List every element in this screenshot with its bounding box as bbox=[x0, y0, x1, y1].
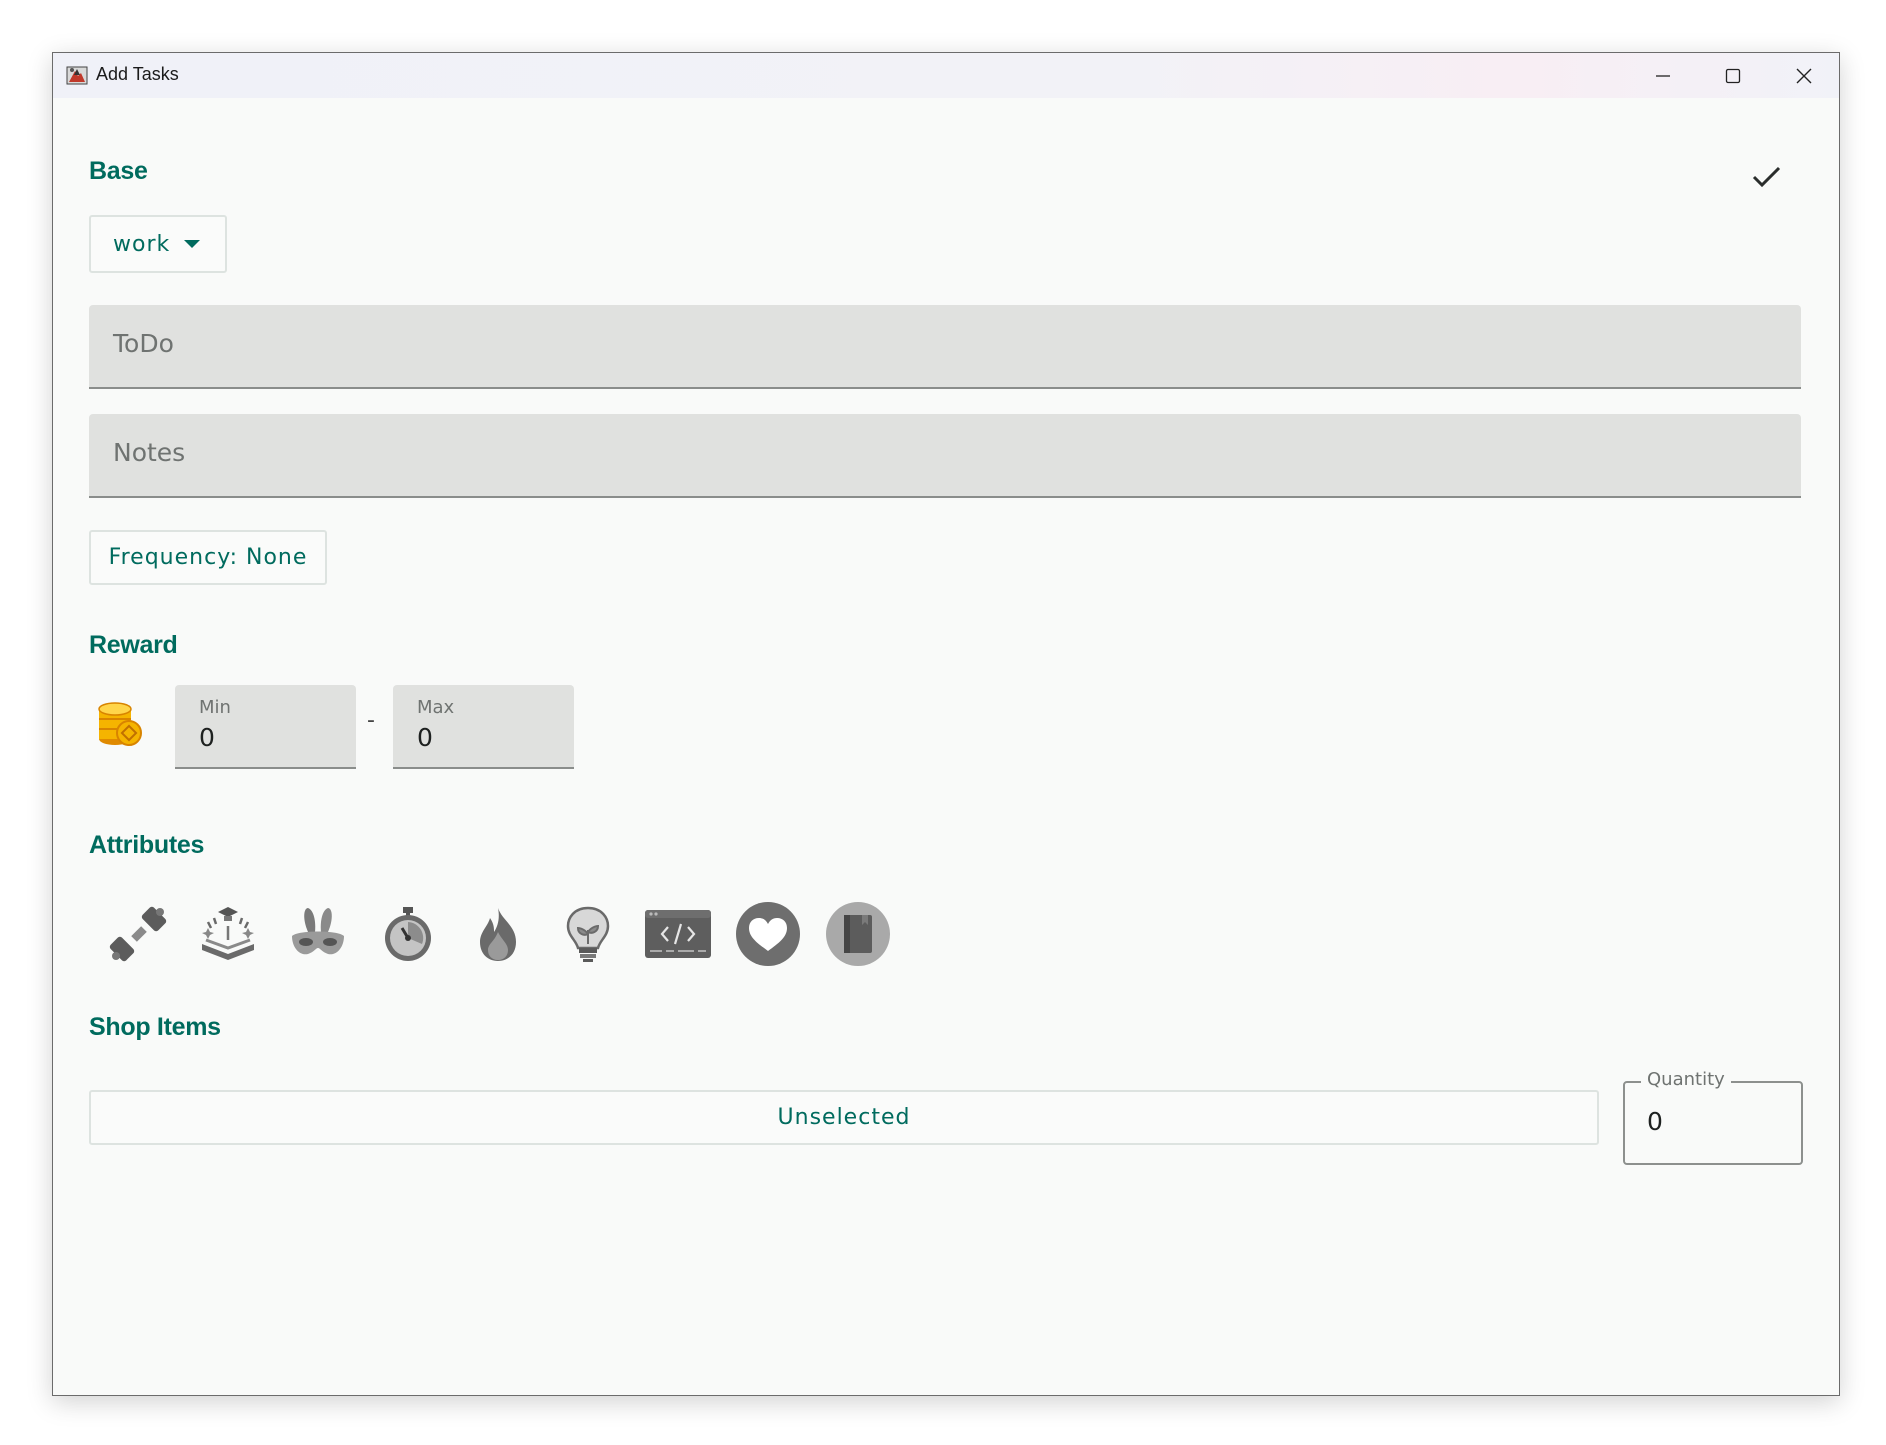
stopwatch-icon[interactable] bbox=[373, 899, 443, 969]
close-icon bbox=[1796, 68, 1812, 83]
heart-icon[interactable] bbox=[733, 899, 803, 969]
category-value: work bbox=[113, 231, 171, 257]
notes-input[interactable]: Notes bbox=[89, 414, 1801, 498]
shop-item-selector[interactable]: Unselected bbox=[89, 1090, 1599, 1145]
todo-input[interactable]: ToDo bbox=[89, 305, 1801, 389]
dropdown-caret-icon bbox=[184, 240, 201, 248]
minimize-icon bbox=[1656, 74, 1670, 77]
quantity-value: 0 bbox=[1647, 1107, 1663, 1136]
code-window-icon[interactable] bbox=[643, 899, 713, 969]
lightbulb-icon[interactable] bbox=[553, 899, 623, 969]
reward-min-input[interactable]: Min 0 bbox=[175, 685, 356, 769]
reward-max-input[interactable]: Max 0 bbox=[393, 685, 574, 769]
frequency-button[interactable]: Frequency: None bbox=[89, 530, 327, 585]
quantity-label: Quantity bbox=[1641, 1069, 1731, 1090]
minimize-button[interactable] bbox=[1628, 53, 1698, 98]
maximize-button[interactable] bbox=[1698, 53, 1768, 98]
todo-placeholder: ToDo bbox=[113, 329, 174, 358]
shop-items-section-title: Shop Items bbox=[89, 1013, 221, 1041]
quantity-input[interactable]: Quantity 0 bbox=[1623, 1069, 1803, 1165]
confirm-button[interactable] bbox=[1743, 153, 1791, 201]
maximize-icon bbox=[1725, 68, 1741, 83]
check-icon bbox=[1752, 166, 1781, 188]
attributes-section-title: Attributes bbox=[89, 831, 205, 859]
reward-section-title: Reward bbox=[89, 631, 178, 659]
reward-min-value: 0 bbox=[199, 723, 215, 752]
reward-range-separator: - bbox=[367, 708, 375, 733]
coins-icon bbox=[97, 699, 143, 749]
bunny-mask-icon[interactable] bbox=[283, 899, 353, 969]
shop-item-value: Unselected bbox=[777, 1105, 911, 1130]
add-tasks-window: Add Tasks Base work ToDo Notes Frequency… bbox=[52, 52, 1840, 1396]
app-icon bbox=[65, 63, 89, 87]
frequency-label: Frequency: None bbox=[108, 545, 308, 570]
window-title: Add Tasks bbox=[96, 64, 179, 84]
graduation-book-icon[interactable] bbox=[193, 899, 263, 969]
close-button[interactable] bbox=[1769, 53, 1839, 98]
flame-icon[interactable] bbox=[463, 899, 533, 969]
base-section-title: Base bbox=[89, 157, 148, 185]
reward-max-value: 0 bbox=[417, 723, 433, 752]
title-bar: Add Tasks bbox=[53, 53, 1839, 98]
book-icon[interactable] bbox=[823, 899, 893, 969]
dumbbell-icon[interactable] bbox=[103, 899, 173, 969]
reward-min-label: Min bbox=[199, 697, 231, 718]
reward-max-label: Max bbox=[417, 697, 455, 718]
notes-placeholder: Notes bbox=[113, 438, 186, 467]
category-dropdown[interactable]: work bbox=[89, 215, 227, 273]
